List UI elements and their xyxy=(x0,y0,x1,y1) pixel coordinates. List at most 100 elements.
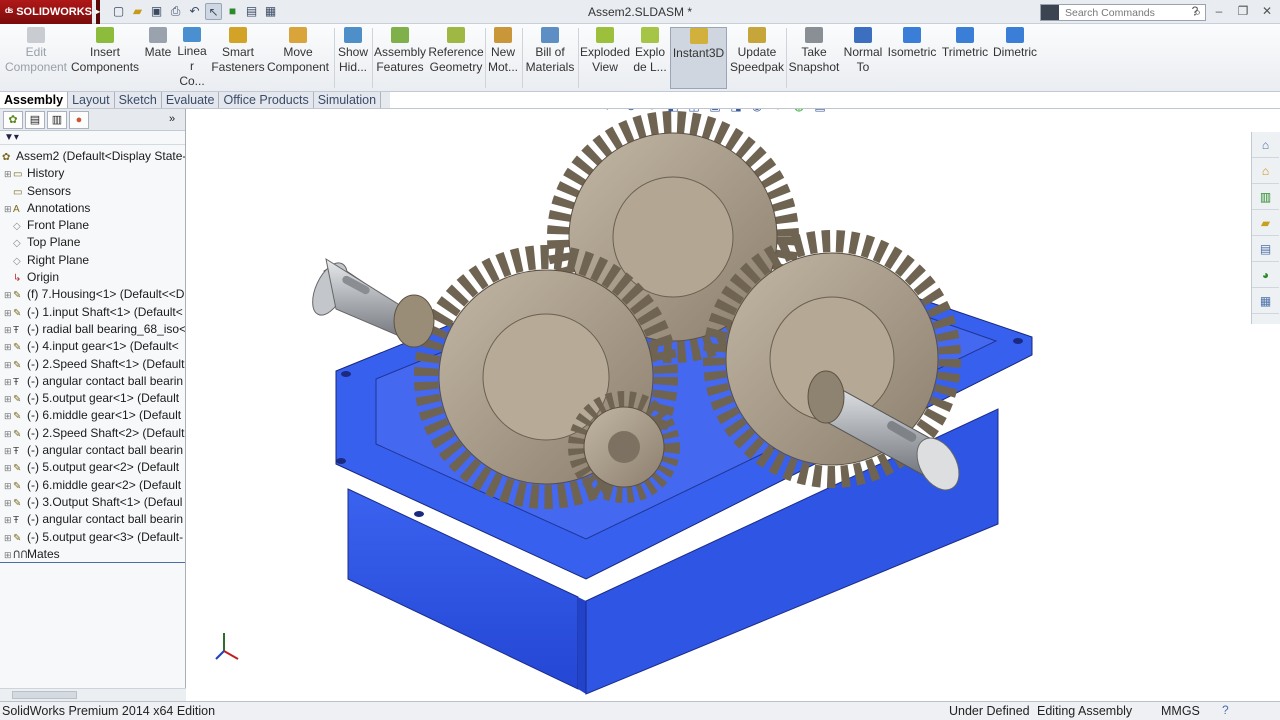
solidworks-resources-icon[interactable]: ⌂ xyxy=(1252,132,1279,158)
tab-evaluate[interactable]: Evaluate xyxy=(161,92,220,109)
solidworks-logo[interactable]: ᵈˢ SOLIDWORKS ▸ xyxy=(0,0,101,24)
section-view-icon[interactable]: ◧ xyxy=(664,109,682,115)
take-snapshot-button[interactable]: Take Snapshot xyxy=(787,27,841,89)
tree-item[interactable]: ⊞Ŧ (-) angular contact ball bearin xyxy=(0,442,185,459)
undo-icon[interactable]: ↶ xyxy=(186,3,203,20)
tree-item[interactable]: ⊞✎ (-) 4.input gear<1> (Default< xyxy=(0,338,185,355)
property-manager-tab-icon[interactable]: ▤ xyxy=(25,111,45,129)
graphics-area[interactable]: ⌕ ⊕ ↺ ◧ ◫ ▣ ◨ ◉ ● ◍ ▤ ▫ ▫ ❐ ✕ xyxy=(186,109,1251,701)
tab-layout[interactable]: Layout xyxy=(68,92,115,109)
show-hidden-button[interactable]: Show Hid... xyxy=(336,27,370,89)
expand-toggle[interactable]: ⊞ xyxy=(4,408,13,424)
tree-item[interactable]: ◇ Front Plane xyxy=(0,217,185,234)
smart-fasteners-button[interactable]: Smart Fasteners xyxy=(210,27,266,89)
expand-toggle[interactable]: ⊞ xyxy=(4,426,13,442)
expand-toggle[interactable]: ⊞ xyxy=(4,495,13,511)
filter-icon[interactable]: ▼▾ xyxy=(4,132,19,143)
explode-line-sketch-button[interactable]: Explo de L... xyxy=(632,27,668,89)
assembly-features-button[interactable]: Assembly Features xyxy=(373,27,427,89)
custom-properties-icon[interactable]: ▦ xyxy=(1252,288,1279,314)
display-manager-tab-icon[interactable]: ● xyxy=(69,111,89,129)
new-motion-study-button[interactable]: New Mot... xyxy=(486,27,520,89)
tree-item[interactable]: ⊞✎ (-) 2.Speed Shaft<1> (Default xyxy=(0,356,185,373)
minimize-icon[interactable]: – xyxy=(1210,2,1228,20)
select-icon[interactable]: ↖ xyxy=(205,3,222,20)
gearbox-model[interactable] xyxy=(186,109,1251,701)
configuration-manager-tab-icon[interactable]: ▥ xyxy=(47,111,67,129)
tree-item[interactable]: ⊞✎ (-) 5.output gear<2> (Default xyxy=(0,459,185,476)
tab-simulation[interactable]: Simulation xyxy=(313,92,382,109)
expand-toggle[interactable]: ⊞ xyxy=(4,530,13,546)
tree-item[interactable]: ⊞✎ (-) 6.middle gear<1> (Default xyxy=(0,407,185,424)
reference-geometry-button[interactable]: Reference Geometry xyxy=(428,27,484,89)
help-status-icon[interactable]: ? xyxy=(1222,703,1229,717)
file-properties-icon[interactable]: ▤ xyxy=(243,3,260,20)
tree-item[interactable]: ⊞A Annotations xyxy=(0,200,185,217)
expand-toggle[interactable]: ⊞ xyxy=(4,305,13,321)
new-document-icon[interactable]: ▢ xyxy=(110,3,127,20)
apply-scene-icon[interactable]: ◍ xyxy=(790,109,808,115)
isometric-button[interactable]: Isometric xyxy=(886,27,938,89)
search-scope-dropdown[interactable] xyxy=(1041,5,1059,20)
mate-button[interactable]: Mate xyxy=(142,27,174,89)
rebuild-icon[interactable]: ■ xyxy=(224,3,241,20)
tree-item[interactable]: ⊞✎ (-) 1.input Shaft<1> (Default< xyxy=(0,304,185,321)
tree-item[interactable]: ⊞✎ (-) 6.middle gear<2> (Default xyxy=(0,477,185,494)
tab-sketch[interactable]: Sketch xyxy=(114,92,162,109)
tree-item[interactable]: ⊞Ŧ (-) angular contact ball bearin xyxy=(0,511,185,528)
dimetric-button[interactable]: Dimetric xyxy=(991,27,1039,89)
tree-root-assembly[interactable]: ✿ Assem2 (Default<Display State- xyxy=(0,148,185,165)
expand-panel-icon[interactable]: » xyxy=(162,111,182,129)
options-icon[interactable]: ▦ xyxy=(262,3,279,20)
linear-component-pattern-button[interactable]: Linea r Co... xyxy=(176,27,208,89)
view-settings-icon[interactable]: ▤ xyxy=(811,109,829,115)
view-orientation-icon[interactable]: ▣ xyxy=(706,109,724,115)
view-palette-icon[interactable]: ▤ xyxy=(1252,236,1279,262)
search-input[interactable]: Search Commands xyxy=(1065,7,1155,19)
search-commands-box[interactable]: Search Commands ⌕ xyxy=(1040,4,1206,21)
tree-item[interactable]: ◇ Top Plane xyxy=(0,234,185,251)
insert-components-button[interactable]: Insert Components xyxy=(71,27,139,89)
tree-item[interactable]: ↳ Origin xyxy=(0,269,185,286)
expand-toggle[interactable]: ⊞ xyxy=(4,512,13,528)
design-library-icon[interactable]: ▥ xyxy=(1252,184,1279,210)
scrollbar-thumb[interactable] xyxy=(12,691,77,699)
open-folder-icon[interactable]: ▰ xyxy=(129,3,146,20)
panel-horizontal-scrollbar[interactable] xyxy=(0,688,186,701)
hide-show-items-icon[interactable]: ◉ xyxy=(748,109,766,115)
edit-component-button[interactable]: Edit Component xyxy=(4,27,68,89)
tree-item[interactable]: ⊞✎ (-) 5.output gear<3> (Default- xyxy=(0,529,185,546)
tree-item[interactable]: ⊞✎ (-) 2.Speed Shaft<2> (Default xyxy=(0,425,185,442)
expand-toggle[interactable]: ⊞ xyxy=(4,443,13,459)
tree-filter[interactable]: ▼▾ xyxy=(0,131,185,145)
exploded-view-button[interactable]: Exploded View xyxy=(579,27,631,89)
bill-of-materials-button[interactable]: Bill of Materials xyxy=(524,27,576,89)
edit-appearance-icon[interactable]: ● xyxy=(769,109,787,115)
save-icon[interactable]: ▣ xyxy=(148,3,165,20)
feature-manager-tab-icon[interactable]: ✿ xyxy=(3,111,23,129)
help-icon[interactable]: ? xyxy=(1186,2,1204,20)
tree-item[interactable]: ◇ Right Plane xyxy=(0,252,185,269)
tree-item[interactable]: ⊞✎ (f) 7.Housing<1> (Default<<D xyxy=(0,286,185,303)
expand-toggle[interactable]: ⊞ xyxy=(4,357,13,373)
expand-toggle[interactable]: ⊞ xyxy=(4,460,13,476)
close-icon[interactable]: ✕ xyxy=(1258,2,1276,20)
tree-item[interactable]: ▭ Sensors xyxy=(0,183,185,200)
tree-item[interactable]: ⊞Ŧ (-) angular contact ball bearin xyxy=(0,373,185,390)
tree-item-mates[interactable]: ⊞ᑎᑎMates xyxy=(0,546,185,564)
previous-view-icon[interactable]: ↺ xyxy=(643,109,661,115)
normal-to-button[interactable]: Normal To xyxy=(842,27,884,89)
display-style-icon[interactable]: ◨ xyxy=(727,109,745,115)
home-icon[interactable]: ⌂ xyxy=(1252,158,1279,184)
expand-toggle[interactable]: ⊞ xyxy=(4,201,13,217)
expand-toggle[interactable]: ⊞ xyxy=(4,166,13,182)
instant3d-button[interactable]: Instant3D xyxy=(670,27,727,89)
dynamic-annotation-icon[interactable]: ◫ xyxy=(685,109,703,115)
file-explorer-icon[interactable]: ▰ xyxy=(1252,210,1279,236)
move-component-button[interactable]: Move Component xyxy=(266,27,330,89)
restore-icon[interactable]: ❐ xyxy=(1234,2,1252,20)
tab-office-products[interactable]: Office Products xyxy=(219,92,314,109)
update-speedpak-button[interactable]: Update Speedpak xyxy=(729,27,785,89)
trimetric-button[interactable]: Trimetric xyxy=(940,27,990,89)
tree-item[interactable]: ⊞▭ History xyxy=(0,165,185,182)
